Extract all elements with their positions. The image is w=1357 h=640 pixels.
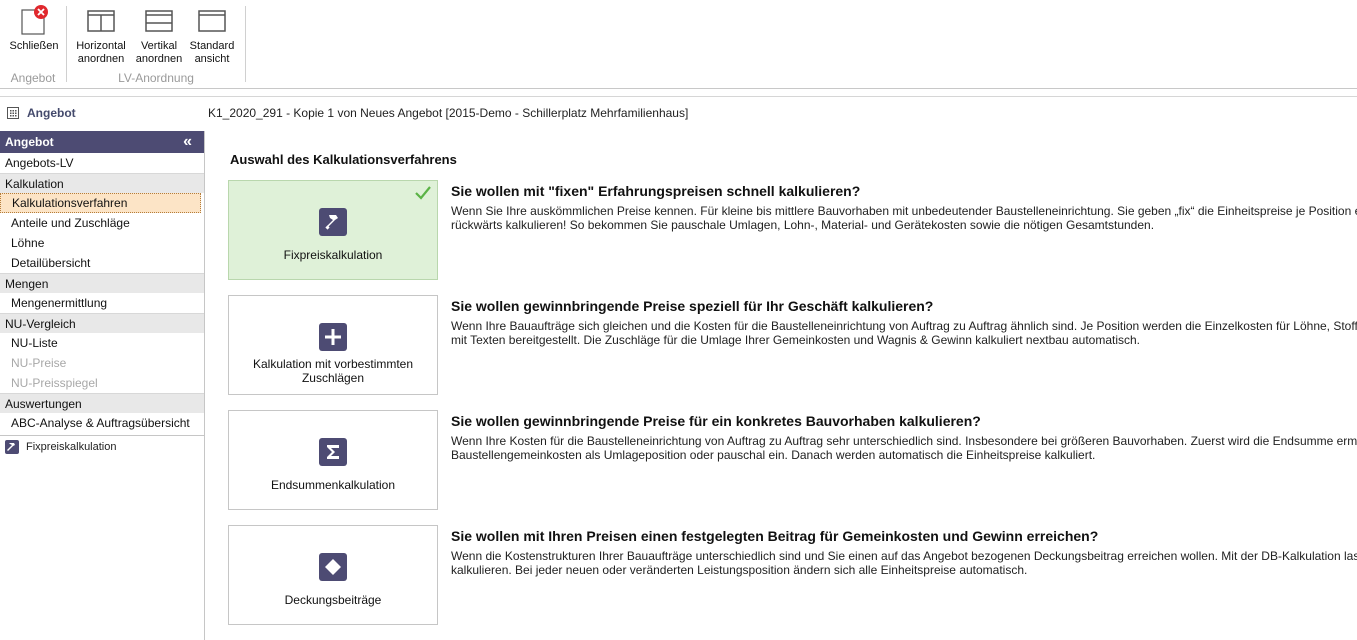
group-label-angebot: Angebot	[10, 71, 56, 85]
document-titlebar: Angebot K1_2020_291 - Kopie 1 von Neues …	[0, 96, 1357, 129]
option-description-line: kalkulieren. Bei jeder neuen oder veränd…	[451, 563, 1028, 577]
option-card-vorbestimmte-zuschlaege[interactable]: Kalkulation mit vorbestimmten Zuschlägen	[228, 295, 438, 395]
sigma-icon	[319, 438, 347, 466]
sidebar-title: Angebot	[5, 135, 54, 149]
sidebar-category-nu-vergleich[interactable]: NU-Vergleich	[0, 313, 204, 333]
sidebar-item-label: Mengen	[5, 277, 49, 291]
sidebar-item-label: NU-Preise	[11, 356, 67, 370]
option-card-label: Deckungsbeiträge	[284, 593, 382, 607]
hammer-icon	[5, 440, 19, 454]
option-description-line: Wenn Ihre Bauaufträge sich gleichen und …	[451, 319, 1357, 333]
option-description-line: Wenn die Kostenstrukturen Ihrer Bauauftr…	[451, 549, 1357, 563]
standard-view-button[interactable]: Standard ansicht	[183, 4, 241, 66]
collapse-sidebar-icon[interactable]: «	[183, 131, 192, 153]
sidebar-item-label: ABC-Analyse & Auftragsübersicht	[11, 416, 190, 430]
option-card-label: Fixpreiskalkulation	[283, 248, 383, 262]
checkmark-icon	[415, 186, 431, 200]
sidebar-category-kalkulation[interactable]: Kalkulation	[0, 173, 204, 193]
ribbon-separator	[66, 6, 67, 82]
vertical-label-1: Vertikal	[140, 40, 178, 52]
sidebar-item-mengenermittlung[interactable]: Mengenermittlung	[0, 293, 204, 313]
plus-icon	[319, 323, 347, 351]
sidebar-category-auswertungen[interactable]: Auswertungen	[0, 393, 204, 413]
split-vertical-icon	[144, 4, 174, 36]
group-label-lv-anordnung: LV-Anordnung	[118, 71, 194, 85]
sidebar-item-label: Detailübersicht	[11, 256, 91, 270]
sidebar-item-label: Anteile und Zuschläge	[11, 216, 130, 230]
sidebar-item-nu-preisspiegel: NU-Preisspiegel	[0, 373, 204, 393]
close-button[interactable]: Schließen	[5, 4, 63, 53]
sidebar-item-anteile-zuschlaege[interactable]: Anteile und Zuschläge	[0, 213, 204, 233]
grid-icon	[7, 107, 19, 119]
option-description-line: mit Texten bereitgestellt. Die Zuschläge…	[451, 333, 1141, 347]
sidebar-item-abc-analyse[interactable]: ABC-Analyse & Auftragsübersicht	[0, 413, 204, 433]
standard-label-1: Standard	[189, 40, 235, 52]
ribbon-toolbar: Schließen Angebot Horizontal anordnen Ve…	[0, 0, 1357, 88]
sidebar-item-label: Angebots-LV	[5, 156, 74, 170]
vertical-label-2: anordnen	[135, 53, 183, 65]
ribbon-bottom-border	[0, 88, 1357, 89]
diamond-icon	[319, 553, 347, 581]
sidebar-item-nu-liste[interactable]: NU-Liste	[0, 333, 204, 353]
sidebar-category-mengen[interactable]: Mengen	[0, 273, 204, 293]
standard-label-2: ansicht	[194, 53, 230, 65]
option-description-line: Wenn Sie Ihre auskömmlichen Preise kenne…	[451, 204, 1357, 218]
ribbon-separator	[245, 6, 246, 82]
arrange-horizontal-button[interactable]: Horizontal anordnen	[72, 4, 130, 66]
sidebar-item-label: NU-Liste	[11, 336, 58, 350]
option-description-line: Wenn Ihre Kosten für die Baustelleneinri…	[451, 434, 1357, 448]
window-icon	[197, 4, 227, 36]
arrange-vertical-button[interactable]: Vertikal anordnen	[130, 4, 188, 66]
sidebar-item-label: NU-Vergleich	[5, 317, 76, 331]
horizontal-label-1: Horizontal	[76, 40, 126, 52]
option-card-endsummenkalkulation[interactable]: Endsummenkalkulation	[228, 410, 438, 510]
main-content: Auswahl des Kalkulationsverfahrens Fixpr…	[206, 131, 1357, 640]
option-description-line: Baustellengemeinkosten als Umlagepositio…	[451, 448, 1096, 462]
option-card-label: Endsummenkalkulation	[270, 478, 396, 492]
sidebar-item-detailuebersicht[interactable]: Detailübersicht	[0, 253, 204, 273]
document-title: K1_2020_291 - Kopie 1 von Neues Angebot …	[208, 106, 689, 120]
close-button-label: Schließen	[9, 40, 59, 52]
sidebar-item-nu-preise: NU-Preise	[0, 353, 204, 373]
sidebar-item-label: Kalkulationsverfahren	[12, 196, 128, 210]
horizontal-label-2: anordnen	[77, 53, 125, 65]
current-method-label: Fixpreiskalkulation	[26, 441, 117, 453]
sidebar-item-label: Kalkulation	[5, 177, 64, 191]
option-heading: Sie wollen gewinnbringende Preise spezie…	[451, 298, 934, 314]
sidebar-item-kalkulationsverfahren[interactable]: Kalkulationsverfahren	[0, 193, 201, 213]
section-title: Angebot	[27, 106, 76, 120]
option-heading: Sie wollen mit Ihren Preisen einen festg…	[451, 528, 1099, 544]
app-window: Schließen Angebot Horizontal anordnen Ve…	[0, 0, 1357, 640]
option-heading: Sie wollen mit "fixen" Erfahrungspreisen…	[451, 183, 861, 199]
sidebar-item-label: Löhne	[11, 236, 45, 250]
close-document-icon	[19, 4, 49, 36]
current-method-indicator: Fixpreiskalkulation	[0, 436, 204, 458]
option-card-deckungsbeitraege[interactable]: Deckungsbeiträge	[228, 525, 438, 625]
page-title: Auswahl des Kalkulationsverfahrens	[230, 152, 457, 167]
option-card-label: Kalkulation mit vorbestimmten Zuschlägen	[252, 357, 414, 385]
option-heading: Sie wollen gewinnbringende Preise für ei…	[451, 413, 981, 429]
split-horizontal-icon	[86, 4, 116, 36]
option-card-fixpreiskalkulation[interactable]: Fixpreiskalkulation	[228, 180, 438, 280]
sidebar: Angebot « Angebots-LV Kalkulation Kalkul…	[0, 131, 205, 640]
sidebar-item-angebots-lv[interactable]: Angebots-LV	[0, 153, 204, 173]
sidebar-item-label: NU-Preisspiegel	[11, 376, 98, 390]
option-description-line: rückwärts kalkulieren! So bekommen Sie p…	[451, 218, 1155, 232]
sidebar-item-loehne[interactable]: Löhne	[0, 233, 204, 253]
sidebar-header: Angebot «	[0, 131, 204, 153]
hammer-icon	[319, 208, 347, 236]
sidebar-item-label: Auswertungen	[5, 397, 82, 411]
sidebar-item-label: Mengenermittlung	[11, 296, 108, 310]
